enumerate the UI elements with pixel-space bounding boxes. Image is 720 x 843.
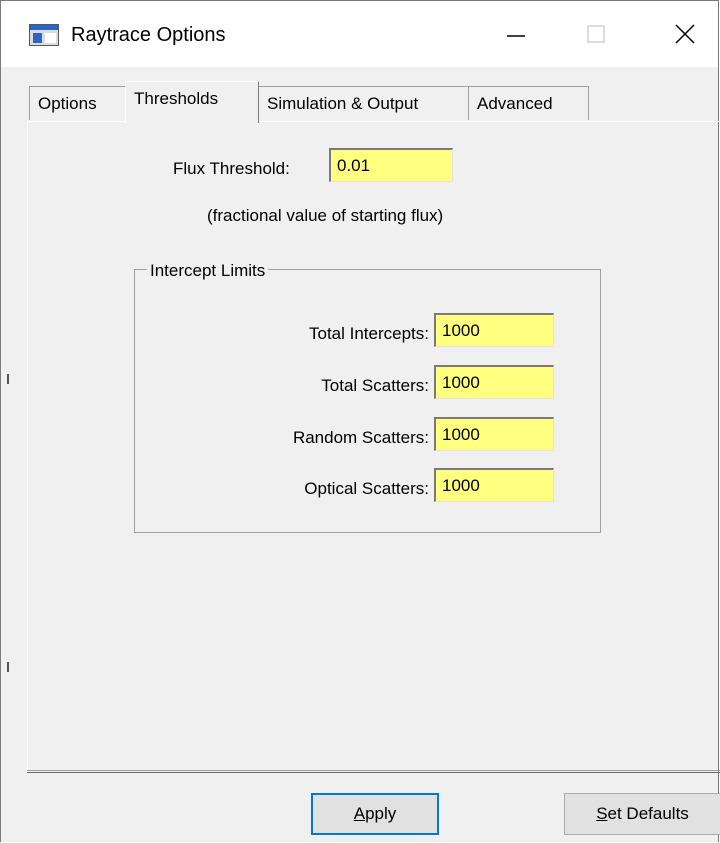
maximize-button xyxy=(561,1,631,67)
tab-thresholds[interactable]: Thresholds xyxy=(125,81,259,123)
tab-simulation-output[interactable]: Simulation & Output xyxy=(259,86,469,120)
tab-advanced[interactable]: Advanced xyxy=(469,86,589,120)
random-scatters-label: Random Scatters: xyxy=(292,428,429,447)
tab-strip: Options Thresholds Simulation & Output A… xyxy=(1,67,718,123)
window-title: Raytrace Options xyxy=(71,24,226,46)
random-scatters-input[interactable] xyxy=(434,417,554,451)
total-intercepts-label: Total Intercepts: xyxy=(308,324,429,343)
total-intercepts-input[interactable] xyxy=(434,313,554,347)
resize-grip-mark xyxy=(7,662,9,672)
minimize-button[interactable] xyxy=(481,1,551,67)
flux-threshold-label: Flux Threshold: xyxy=(173,159,290,178)
apply-label: pply xyxy=(365,804,397,823)
title-bar[interactable]: Raytrace Options xyxy=(1,1,718,67)
panel-bottom-edge xyxy=(27,770,720,773)
optical-scatters-input[interactable] xyxy=(434,468,554,502)
minimize-icon xyxy=(507,35,525,37)
set-defaults-mnemonic: S xyxy=(596,804,608,823)
apply-mnemonic: A xyxy=(353,804,366,823)
maximize-icon xyxy=(587,25,605,43)
close-icon xyxy=(675,24,695,44)
flux-threshold-input[interactable] xyxy=(329,148,453,182)
window-app-icon[interactable] xyxy=(29,24,59,46)
set-defaults-button[interactable]: Set Defaults xyxy=(564,793,720,835)
intercept-limits-title: Intercept Limits xyxy=(147,261,269,281)
apply-button[interactable]: Apply xyxy=(311,793,439,835)
raytrace-options-dialog: Raytrace Options Options Thresholds Simu… xyxy=(0,0,720,842)
total-scatters-input[interactable] xyxy=(434,365,554,399)
optical-scatters-label: Optical Scatters: xyxy=(304,479,429,498)
flux-threshold-note: (fractional value of starting flux) xyxy=(207,206,444,225)
set-defaults-label: et Defaults xyxy=(607,804,689,823)
tab-options[interactable]: Options xyxy=(29,86,125,120)
close-button[interactable] xyxy=(650,1,720,67)
total-scatters-label: Total Scatters: xyxy=(321,376,429,395)
resize-grip-mark xyxy=(7,374,9,384)
